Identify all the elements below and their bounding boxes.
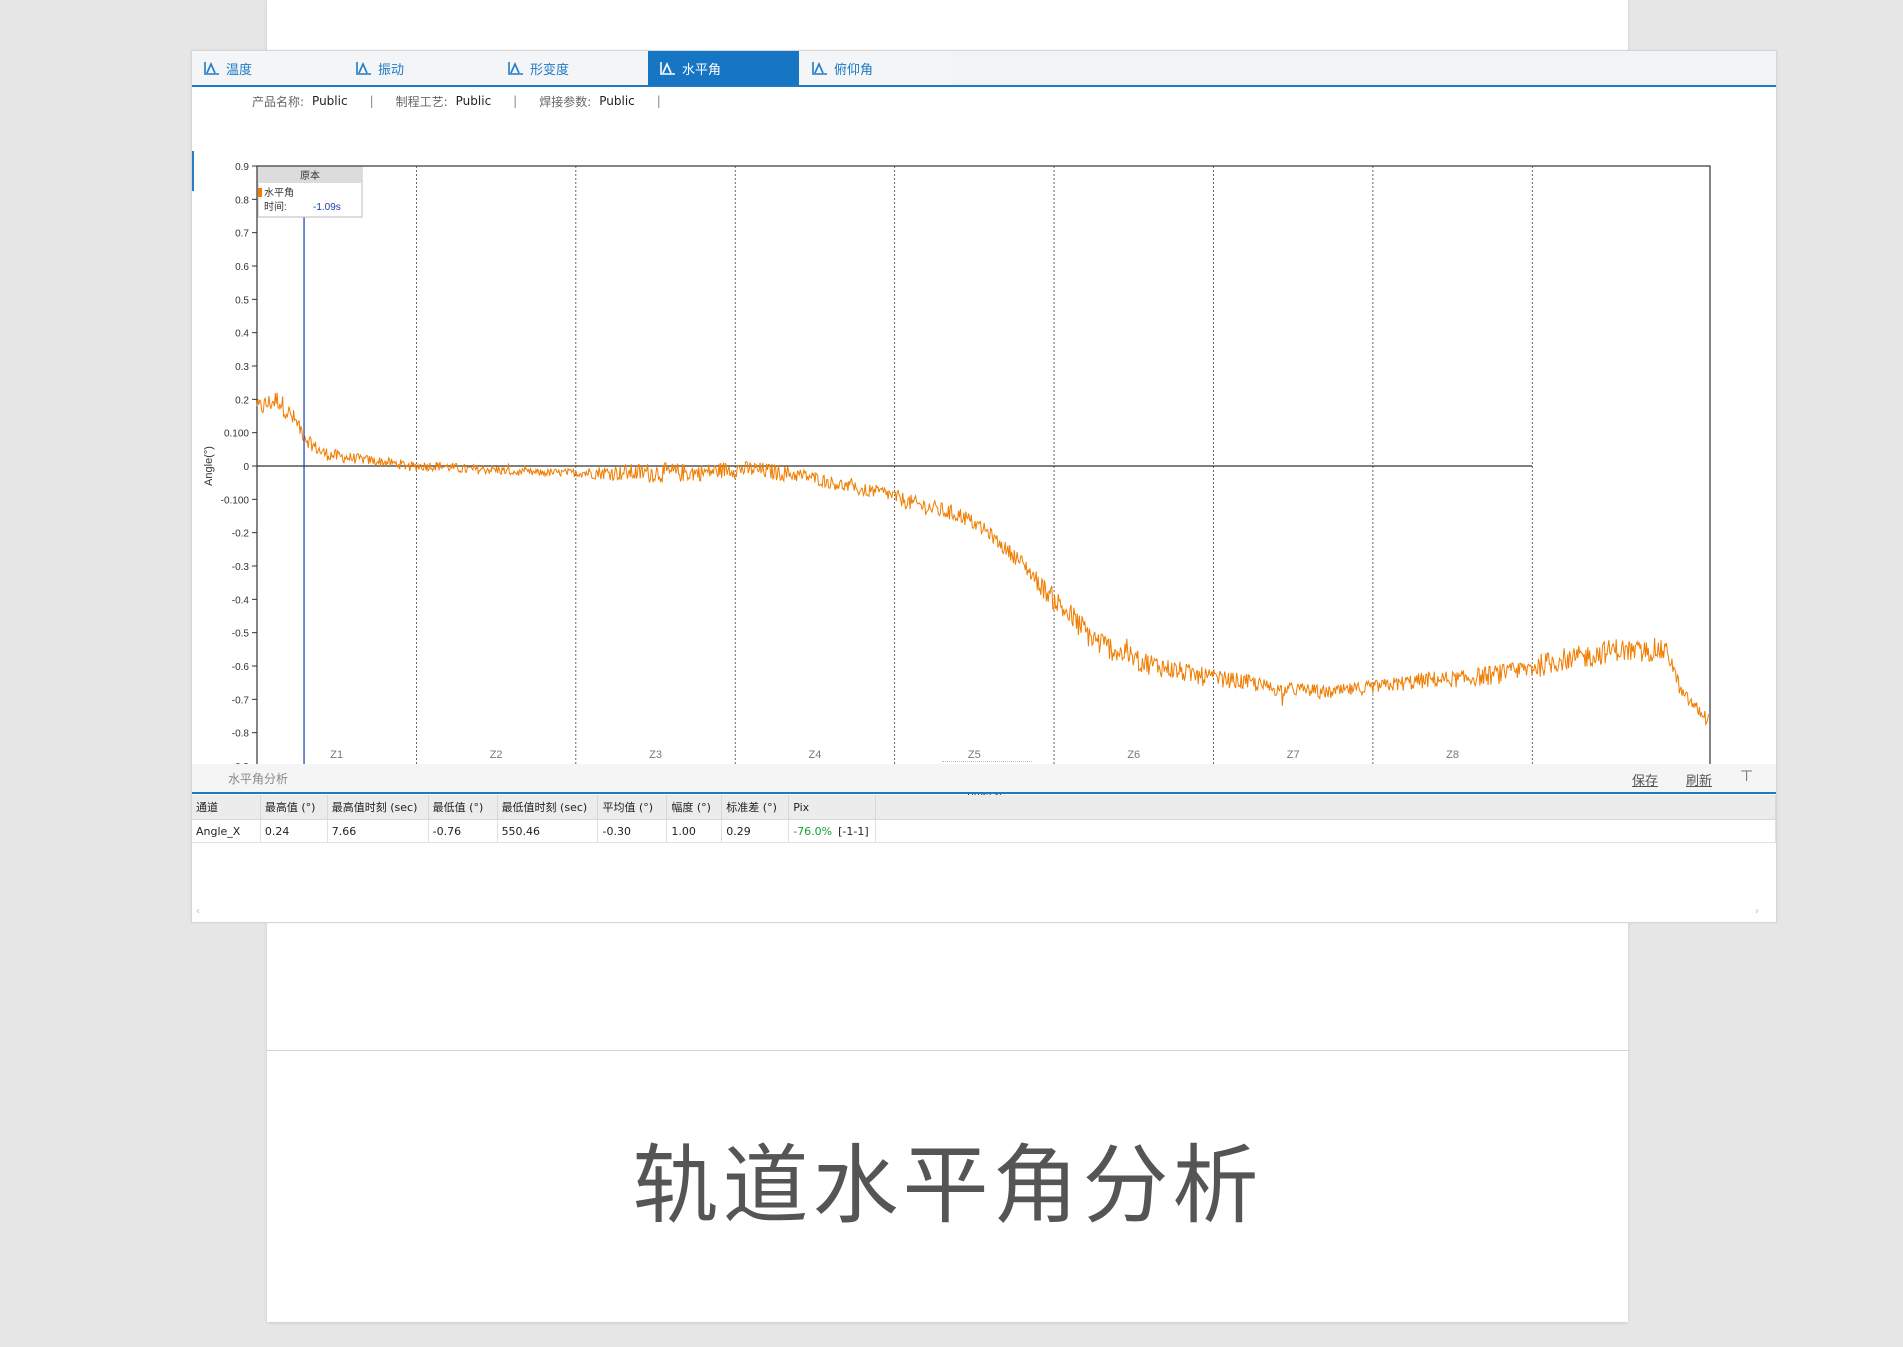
y-tick-label: 0.5 — [235, 295, 249, 306]
tab-label: 水平角 — [682, 62, 722, 78]
tooltip-time-value: -1.09s — [313, 202, 341, 213]
info-bar: 产品名称: Public | 制程工艺: Public | 焊接参数: Publ… — [252, 91, 683, 111]
tab-label: 俯仰角 — [834, 62, 874, 78]
zone-label: Z5 — [968, 749, 981, 761]
angle-chart[interactable]: Z1 Z2 Z3 Z4 Z5 Z6 Z7 Z8 0.9 0.8 0.7 0.6 0.5 0.4 0.3 0.2… — [192, 111, 1776, 801]
panel-title: 水平角分析 — [228, 772, 289, 786]
y-tick-label: -0.7 — [232, 695, 250, 706]
info-separator: | — [513, 94, 518, 108]
column-header[interactable]: Pix — [788, 795, 877, 820]
line-chart-icon — [204, 61, 220, 75]
tab-3[interactable]: 形变度 — [496, 51, 647, 85]
column-header[interactable]: 最高值 (°) — [260, 795, 328, 820]
zone-label: Z1 — [330, 749, 343, 761]
table-cell: -0.30 — [597, 819, 668, 843]
column-header[interactable]: 最低值时刻 (sec) — [497, 795, 599, 820]
y-tick-label: 0.6 — [235, 262, 249, 273]
y-tick-label: 0.2 — [235, 395, 249, 406]
pix-range: [-1-1] — [838, 824, 869, 838]
line-chart-icon — [812, 61, 828, 75]
tab-label: 振动 — [378, 62, 405, 78]
y-tick-label: -0.4 — [232, 595, 250, 606]
info-separator: | — [369, 94, 374, 108]
tab-2[interactable]: 振动 — [344, 51, 495, 85]
table-header-row: 通道 最高值 (°) 最高值时刻 (sec) 最低值 (°) 最低值时刻 (sec) 平均… — [192, 795, 1776, 820]
y-tick-label: 0.4 — [235, 329, 249, 340]
line-chart-icon — [508, 61, 524, 75]
pix-percent: -76.0% — [793, 824, 833, 838]
table-cell-pix: -76.0% [-1-1] — [788, 819, 877, 843]
column-header[interactable]: 最高值时刻 (sec) — [327, 795, 429, 820]
column-header[interactable]: 最低值 (°) — [428, 795, 498, 820]
column-header-filler — [875, 795, 1776, 820]
table-cell-filler — [875, 819, 1776, 843]
zone-label: Z2 — [490, 749, 503, 761]
series-swatch — [258, 188, 262, 197]
card-divider — [267, 1050, 1628, 1051]
zone-label: Z6 — [1127, 749, 1140, 761]
table-cell: -0.76 — [428, 819, 498, 843]
product-name-label: 产品名称: — [252, 94, 305, 109]
zone-label: Z7 — [1287, 749, 1300, 761]
y-tick-label: 0.9 — [235, 162, 249, 173]
process-label: 制程工艺: — [395, 94, 448, 109]
panel-accent-line — [192, 792, 1776, 794]
table-row[interactable]: Angle_X 0.24 7.66 -0.76 550.46 -0.30 1.00 0.29-… — [192, 819, 1776, 843]
column-header[interactable]: 幅度 (°) — [666, 795, 723, 820]
table-cell: 7.66 — [327, 819, 429, 843]
table-cell: 550.46 — [497, 819, 599, 843]
app-window: 温度 振动 形变度 水平角 俯仰角 产品名称: Public | 制程工艺: Publi… — [191, 50, 1777, 923]
tab-label: 形变度 — [530, 62, 570, 78]
y-tick-label: -0.3 — [232, 562, 250, 573]
table-cell: 0.24 — [260, 819, 328, 843]
table-cell: Angle_X — [192, 819, 261, 843]
y-tick-label: 0 — [243, 462, 249, 473]
y-tick-label: -0.8 — [232, 729, 250, 740]
zone-label: Z8 — [1446, 749, 1459, 761]
line-chart-icon — [660, 61, 676, 75]
tab-5[interactable]: 俯仰角 — [800, 51, 951, 85]
y-tick-label: 0.8 — [235, 195, 249, 206]
column-header[interactable]: 标准差 (°) — [721, 795, 790, 820]
weld-params-value: Public — [599, 94, 635, 108]
pin-icon[interactable]: ⊤ — [1740, 767, 1753, 785]
tab-1[interactable]: 温度 — [192, 51, 343, 85]
y-tick-label: 0.7 — [235, 229, 249, 240]
refresh-button[interactable]: 刷新 — [1686, 770, 1712, 789]
tab-4[interactable]: 水平角 — [648, 51, 799, 85]
tooltip-header: 原本 — [300, 169, 320, 182]
scroll-left-icon[interactable]: ‹ — [196, 906, 200, 917]
y-tick-label: 0.3 — [235, 362, 249, 373]
line-chart-icon — [356, 61, 372, 75]
tooltip-time-label: 时间: — [264, 200, 287, 213]
y-tick-label: 0.100 — [224, 429, 249, 440]
y-tick-label: -0.2 — [232, 529, 250, 540]
column-header[interactable]: 通道 — [192, 795, 261, 820]
page-caption: 轨道水平角分析 — [632, 1136, 1263, 1236]
process-value: Public — [455, 94, 492, 108]
zone-label: Z4 — [809, 749, 822, 761]
scroll-right-icon[interactable]: › — [1755, 906, 1759, 917]
tab-bar: 温度 振动 形变度 水平角 俯仰角 — [192, 51, 1776, 87]
weld-params-label: 焊接参数: — [539, 94, 592, 109]
tab-label: 温度 — [226, 62, 253, 78]
y-tick-label: -0.100 — [221, 495, 250, 506]
save-button[interactable]: 保存 — [1632, 770, 1658, 789]
y-tick-label: -0.6 — [232, 662, 250, 673]
analysis-panel-header: 水平角分析 保存 刷新 ⊤ — [192, 764, 1776, 792]
column-header[interactable]: 平均值 (°) — [597, 795, 668, 820]
product-name-value: Public — [312, 94, 348, 108]
y-tick-label: -0.5 — [232, 629, 250, 640]
y-axis-label: Angle(°) — [203, 446, 215, 486]
zone-label: Z3 — [649, 749, 662, 761]
table-cell: 1.00 — [666, 819, 723, 843]
table-cell: 0.29 — [721, 819, 790, 843]
cursor-tooltip: 原本水平角时间: -1.09s — [257, 166, 363, 218]
info-separator: | — [656, 94, 661, 108]
stats-table: 通道 最高值 (°) 最高值时刻 (sec) 最低值 (°) 最低值时刻 (sec) 平均… — [192, 795, 1776, 843]
tooltip-series: 水平角 — [264, 187, 294, 199]
